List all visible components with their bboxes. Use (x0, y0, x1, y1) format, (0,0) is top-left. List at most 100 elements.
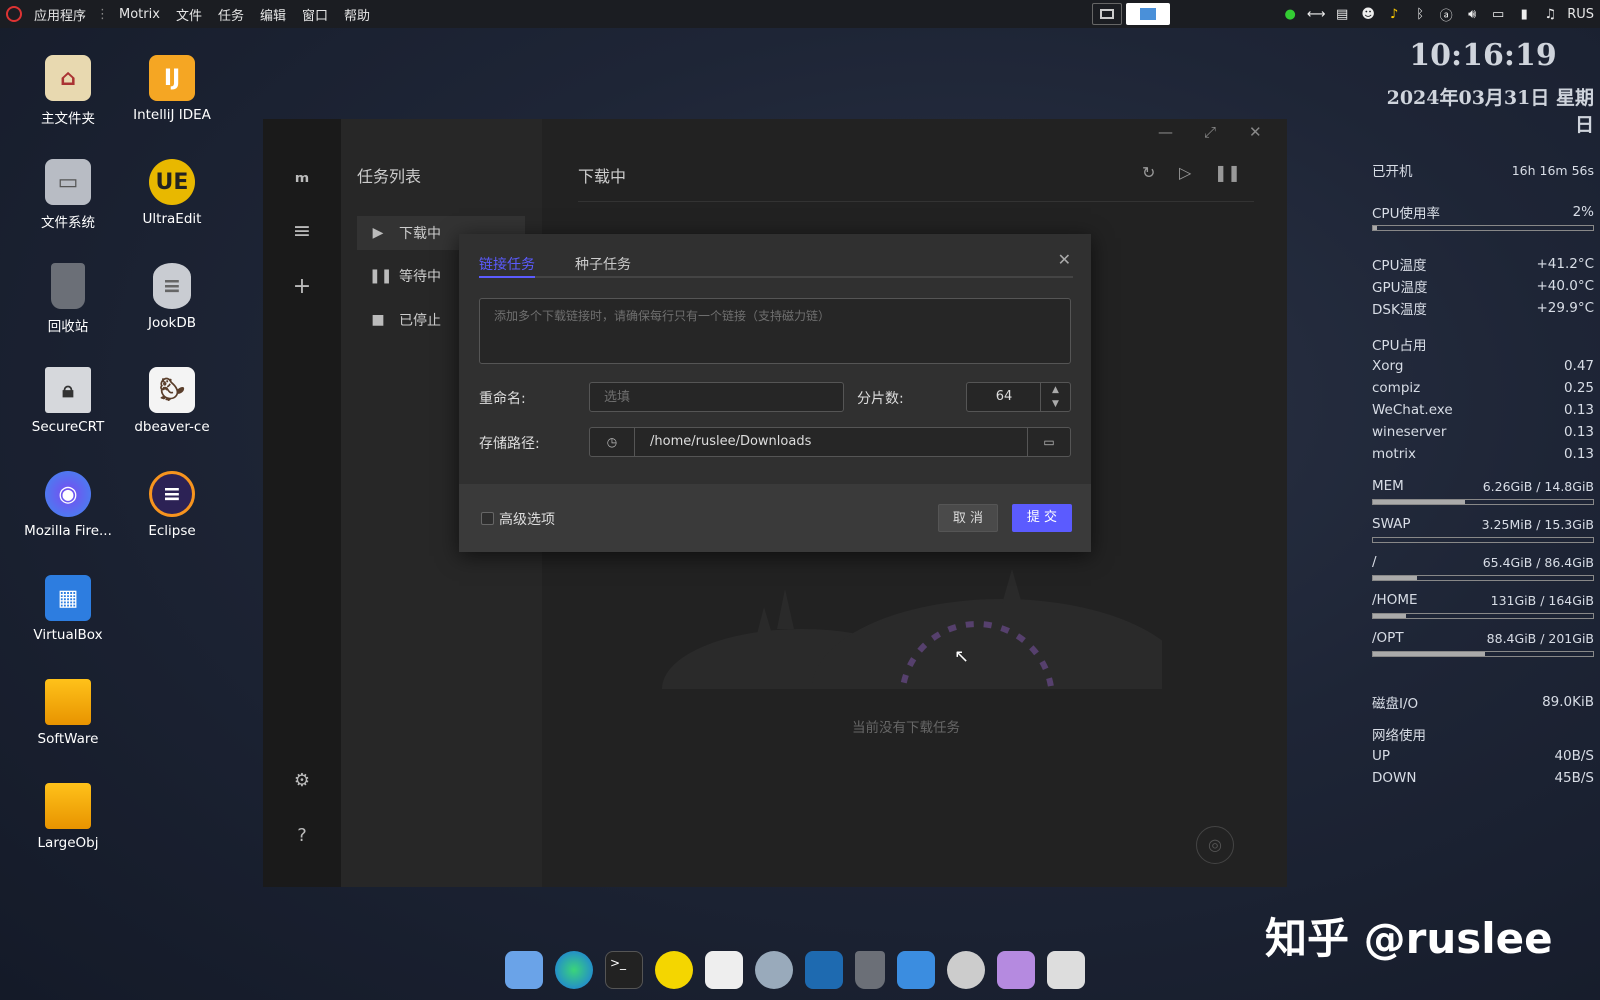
input-method-icon[interactable]: ⓐ (1437, 6, 1455, 24)
desktop-icon-software[interactable]: SoftWare (18, 679, 118, 747)
desktop-icon-firefox[interactable]: ◉ Mozilla Fire... (18, 471, 118, 539)
proc-name: compiz (1372, 380, 1421, 396)
qq-icon[interactable]: ☻ (1359, 6, 1377, 22)
bird-app-icon[interactable] (947, 951, 985, 989)
image-viewer-icon[interactable] (1047, 951, 1085, 989)
menu-motrix[interactable]: Motrix (111, 7, 168, 22)
keyboard-layout[interactable]: RUS (1567, 7, 1594, 22)
speedometer-icon[interactable]: ◎ (1196, 826, 1234, 864)
folder-icon[interactable]: ▭ (1027, 428, 1070, 456)
wechat-icon[interactable]: ● (1281, 6, 1299, 22)
music-icon[interactable]: ♪ (1385, 6, 1403, 22)
rename-label: 重命名: (479, 391, 526, 407)
preferences-sliders-icon[interactable]: ⚙ (287, 766, 317, 796)
menu-window[interactable]: 窗口 (294, 5, 336, 24)
split-count-value[interactable]: 64 (967, 383, 1041, 411)
desktop-icon-intellij[interactable]: IJ IntelliJ IDEA (122, 55, 222, 123)
net-up-value: 40B/S (1554, 748, 1594, 764)
motrix-logo-icon[interactable]: ₘ (287, 161, 317, 191)
mem-bar (1372, 499, 1594, 505)
split-label: 分片数: (857, 391, 904, 407)
pause-all-icon[interactable]: ❚❚ (1214, 163, 1241, 182)
close-dialog-icon[interactable]: ✕ (1058, 250, 1071, 269)
root-disk-label: / (1372, 554, 1377, 570)
close-window-icon[interactable]: ✕ (1249, 123, 1262, 141)
menu-applications[interactable]: 应用程序 (26, 5, 94, 24)
menu-help[interactable]: 帮助 (336, 5, 378, 24)
desktop-icon-securecrt[interactable]: 🔒︎ SecureCRT (18, 367, 118, 435)
keyboard-icon[interactable]: ▤ (1333, 6, 1351, 22)
desktop-icon-filesystem[interactable]: ▭ 文件系统 (18, 159, 118, 231)
advanced-options-checkbox[interactable] (481, 512, 494, 525)
maximize-icon[interactable]: ⤢ (1204, 123, 1216, 141)
cancel-button[interactable]: 取 消 (938, 504, 998, 532)
network-arrows-icon[interactable]: ⟷ (1307, 6, 1326, 22)
menu-edit[interactable]: 编辑 (252, 5, 294, 24)
desktop-icon-virtualbox[interactable]: ▦ VirtualBox (18, 575, 118, 643)
cpu-temp-value: +41.2°C (1536, 256, 1594, 272)
bluetooth-icon[interactable]: ᛒ (1411, 6, 1429, 22)
text-editor-icon[interactable] (705, 951, 743, 989)
desktop-icon-label: LargeObj (37, 835, 99, 851)
menu-lines-icon[interactable]: ≡ (287, 217, 317, 247)
empty-state-text: 当前没有下载任务 (852, 720, 960, 736)
tab-torrent-task[interactable]: 种子任务 (575, 254, 631, 274)
debian-logo-icon[interactable] (6, 6, 22, 22)
task-filter-label: 下载中 (399, 226, 441, 242)
volume-icon[interactable]: 🔊︎ (1463, 6, 1481, 22)
finder-icon[interactable] (897, 951, 935, 989)
cpu-proc-title: CPU占用 (1372, 338, 1427, 354)
search-app-icon[interactable] (755, 951, 793, 989)
refresh-icon[interactable]: ↻ (1142, 163, 1155, 182)
submit-button[interactable]: 提 交 (1012, 504, 1072, 532)
rename-input[interactable] (589, 382, 844, 412)
swap-value: 3.25MiB / 15.3GiB (1481, 516, 1594, 532)
add-task-icon[interactable]: + (287, 272, 317, 302)
window-button-2[interactable] (1126, 3, 1170, 25)
desktop-icon-trash[interactable]: 回收站 (18, 263, 118, 335)
battery-icon[interactable]: ▭ (1489, 6, 1507, 22)
desktop-icon-label: JookDB (148, 315, 196, 331)
mem-label: MEM (1372, 478, 1404, 494)
stepper-down-icon[interactable]: ▼ (1041, 397, 1070, 411)
menu-task[interactable]: 任务 (210, 5, 252, 24)
desktop-icon-label: Eclipse (148, 523, 196, 539)
notification-bell-icon[interactable]: ♫ (1541, 6, 1559, 22)
swap-label: SWAP (1372, 516, 1411, 532)
download-links-textarea[interactable] (479, 298, 1071, 364)
desktop-icon-jookdb[interactable]: ≡ JookDB (122, 263, 222, 331)
cpu-bar (1372, 225, 1594, 231)
terminal-icon[interactable]: >_ (605, 951, 643, 989)
database-icon: ≡ (153, 263, 191, 309)
desktop-icon-dbeaver[interactable]: 🦫︎ dbeaver-ce (122, 367, 222, 435)
cpu-row: CPU使用率 2% (1372, 201, 1594, 223)
menu-file[interactable]: 文件 (168, 5, 210, 24)
save-path-value[interactable]: /home/ruslee/Downloads (650, 428, 811, 456)
music-player-icon[interactable] (655, 951, 693, 989)
desktop-icon-ultraedit[interactable]: UE UltraEdit (122, 159, 222, 227)
desktop-icon-largeobj[interactable]: LargeObj (18, 783, 118, 851)
save-app-icon[interactable] (997, 951, 1035, 989)
root-disk-bar (1372, 575, 1594, 581)
resume-all-icon[interactable]: ▷ (1179, 163, 1191, 182)
proc-name: WeChat.exe (1372, 402, 1453, 418)
advanced-options-label[interactable]: 高级选项 (499, 509, 555, 529)
dock-trash-icon[interactable] (855, 951, 885, 989)
signal-icon[interactable]: ▮ (1515, 6, 1533, 22)
proc-value: 0.13 (1563, 446, 1594, 462)
swap-bar (1372, 537, 1594, 543)
desktop-icon-label: dbeaver-ce (134, 419, 210, 435)
tab-link-task[interactable]: 链接任务 (479, 254, 535, 274)
browser-icon[interactable] (805, 951, 843, 989)
history-clock-icon[interactable]: ◷ (590, 428, 635, 456)
window-button-1[interactable] (1092, 3, 1122, 25)
desktop-icon-eclipse[interactable]: ≡ Eclipse (122, 471, 222, 539)
edge-browser-icon[interactable] (555, 951, 593, 989)
split-count-stepper[interactable]: 64 ▲ ▼ (966, 382, 1071, 412)
file-manager-icon[interactable] (505, 951, 543, 989)
stepper-up-icon[interactable]: ▲ (1041, 383, 1070, 397)
system-monitor-widget: 10:16:19 2024年03月31日 星期日 已开机 16h 16m 56s… (1372, 38, 1594, 789)
help-icon[interactable]: ? (287, 821, 317, 851)
minimize-icon[interactable]: — (1158, 123, 1173, 141)
desktop-icon-home[interactable]: ⌂ 主文件夹 (18, 55, 118, 127)
